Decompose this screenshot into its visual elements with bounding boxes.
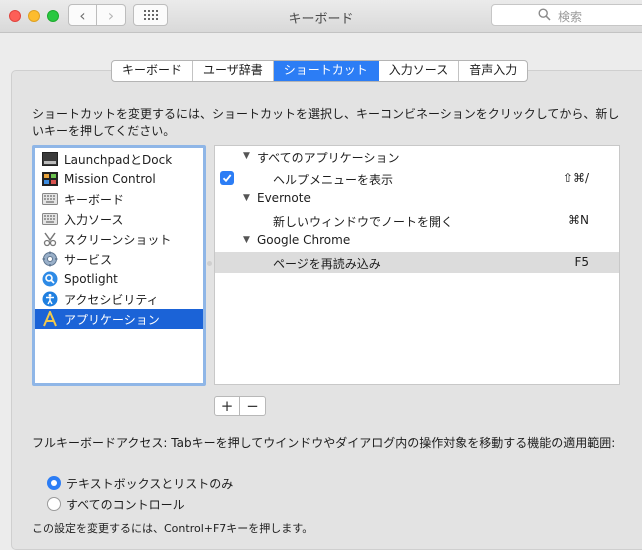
category-label: 入力ソース [64, 212, 124, 227]
add-shortcut-button[interactable]: + [214, 396, 240, 416]
radio-label: テキストボックスとリストのみ [66, 476, 234, 491]
category-label: アクセシビリティ [64, 292, 159, 307]
search-field[interactable]: 検索 [491, 4, 642, 26]
group-row-google-chrome[interactable]: ▼ Google Chrome [215, 231, 619, 252]
category-label: Spotlight [64, 272, 118, 286]
group-row-evernote[interactable]: ▼ Evernote [215, 189, 619, 210]
tab-bar: キーボード ユーザ辞書 ショートカット 入力ソース 音声入力 [111, 60, 529, 82]
category-label: スクリーンショット [64, 232, 172, 247]
group-row-all-applications[interactable]: ▼ すべてのアプリケーション [215, 147, 619, 168]
tab-keyboard[interactable]: キーボード [112, 61, 194, 81]
category-applications[interactable]: アプリケーション [35, 309, 203, 329]
tab-shortcuts[interactable]: ショートカット [273, 61, 379, 81]
gear-icon [41, 251, 58, 268]
mission-control-icon [41, 171, 58, 188]
radio-text-boxes-and-lists[interactable]: テキストボックスとリストのみ [47, 474, 233, 492]
group-label: Google Chrome [257, 233, 351, 247]
radio-all-controls[interactable]: すべてのコントロール [47, 495, 185, 513]
shortcut-label: ページを再読み込み [273, 257, 381, 271]
shortcut-row-help-menu[interactable]: ヘルプメニューを表示 ⇧⌘/ [215, 168, 619, 189]
disclosure-triangle-icon[interactable]: ▼ [243, 151, 250, 161]
category-services[interactable]: サービス [35, 249, 203, 269]
category-mission-control[interactable]: Mission Control [35, 169, 203, 189]
shortcut-category-list[interactable]: LaunchpadとDock Mission Control キーボード 入力ソ… [32, 145, 206, 386]
category-keyboard[interactable]: キーボード [35, 189, 203, 209]
category-label: Mission Control [64, 172, 156, 186]
spotlight-icon [41, 271, 58, 288]
shortcut-key[interactable]: F5 [574, 255, 589, 269]
keyboard-icon [41, 191, 58, 208]
shortcut-table[interactable]: ▼ すべてのアプリケーション ヘルプメニューを表示 ⇧⌘/ ▼ Evernote… [214, 145, 620, 385]
screenshot-icon [41, 231, 58, 248]
split-divider-handle[interactable] [207, 261, 212, 266]
shortcut-key[interactable]: ⇧⌘/ [563, 171, 589, 185]
disclosure-triangle-icon[interactable]: ▼ [243, 193, 250, 203]
category-input-sources[interactable]: 入力ソース [35, 209, 203, 229]
accessibility-icon [41, 291, 58, 308]
tab-dictation[interactable]: 音声入力 [459, 61, 527, 81]
add-remove-buttons: + − [214, 396, 266, 416]
input-source-icon [41, 211, 58, 228]
checkmark-icon [222, 174, 232, 183]
disclosure-triangle-icon[interactable]: ▼ [243, 235, 250, 245]
remove-shortcut-button[interactable]: − [240, 396, 266, 416]
category-label: サービス [64, 252, 113, 267]
category-label: アプリケーション [64, 312, 160, 327]
category-screenshots[interactable]: スクリーンショット [35, 229, 203, 249]
category-spotlight[interactable]: Spotlight [35, 269, 203, 289]
radio-selected-icon[interactable] [47, 476, 61, 490]
category-label: LaunchpadとDock [64, 152, 173, 167]
shortcut-row-reload[interactable]: ページを再読み込み F5 [215, 252, 619, 273]
category-label: キーボード [64, 192, 125, 207]
tab-user-dictionary[interactable]: ユーザ辞書 [193, 61, 274, 81]
tab-input-sources[interactable]: 入力ソース [379, 61, 460, 81]
shortcut-description: ショートカットを変更するには、ショートカットを選択し、キーコンビネーションをクリ… [32, 107, 620, 138]
applications-icon [41, 311, 58, 328]
category-accessibility[interactable]: アクセシビリティ [35, 289, 203, 309]
shortcut-enabled-checkbox[interactable] [220, 171, 234, 185]
full-keyboard-access-label: フルキーボードアクセス: Tabキーを押してウインドウやダイアログ内の操作対象を… [32, 436, 616, 450]
group-label: すべてのアプリケーション [257, 151, 400, 165]
shortcut-row-new-note[interactable]: 新しいウィンドウでノートを開く ⌘N [215, 210, 619, 231]
window-toolbar: ‹ › キーボード 検索 [0, 0, 642, 33]
category-launchpad-dock[interactable]: LaunchpadとDock [35, 149, 203, 169]
radio-label: すべてのコントロール [66, 497, 185, 512]
shortcut-label: ヘルプメニューを表示 [273, 173, 394, 187]
group-label: Evernote [257, 191, 311, 205]
launchpad-dock-icon [41, 151, 58, 168]
shortcut-label: 新しいウィンドウでノートを開く [273, 215, 454, 229]
radio-unselected-icon[interactable] [47, 497, 61, 511]
shortcut-key[interactable]: ⌘N [568, 213, 589, 227]
search-placeholder: 検索 [558, 10, 583, 24]
search-icon [538, 8, 551, 21]
